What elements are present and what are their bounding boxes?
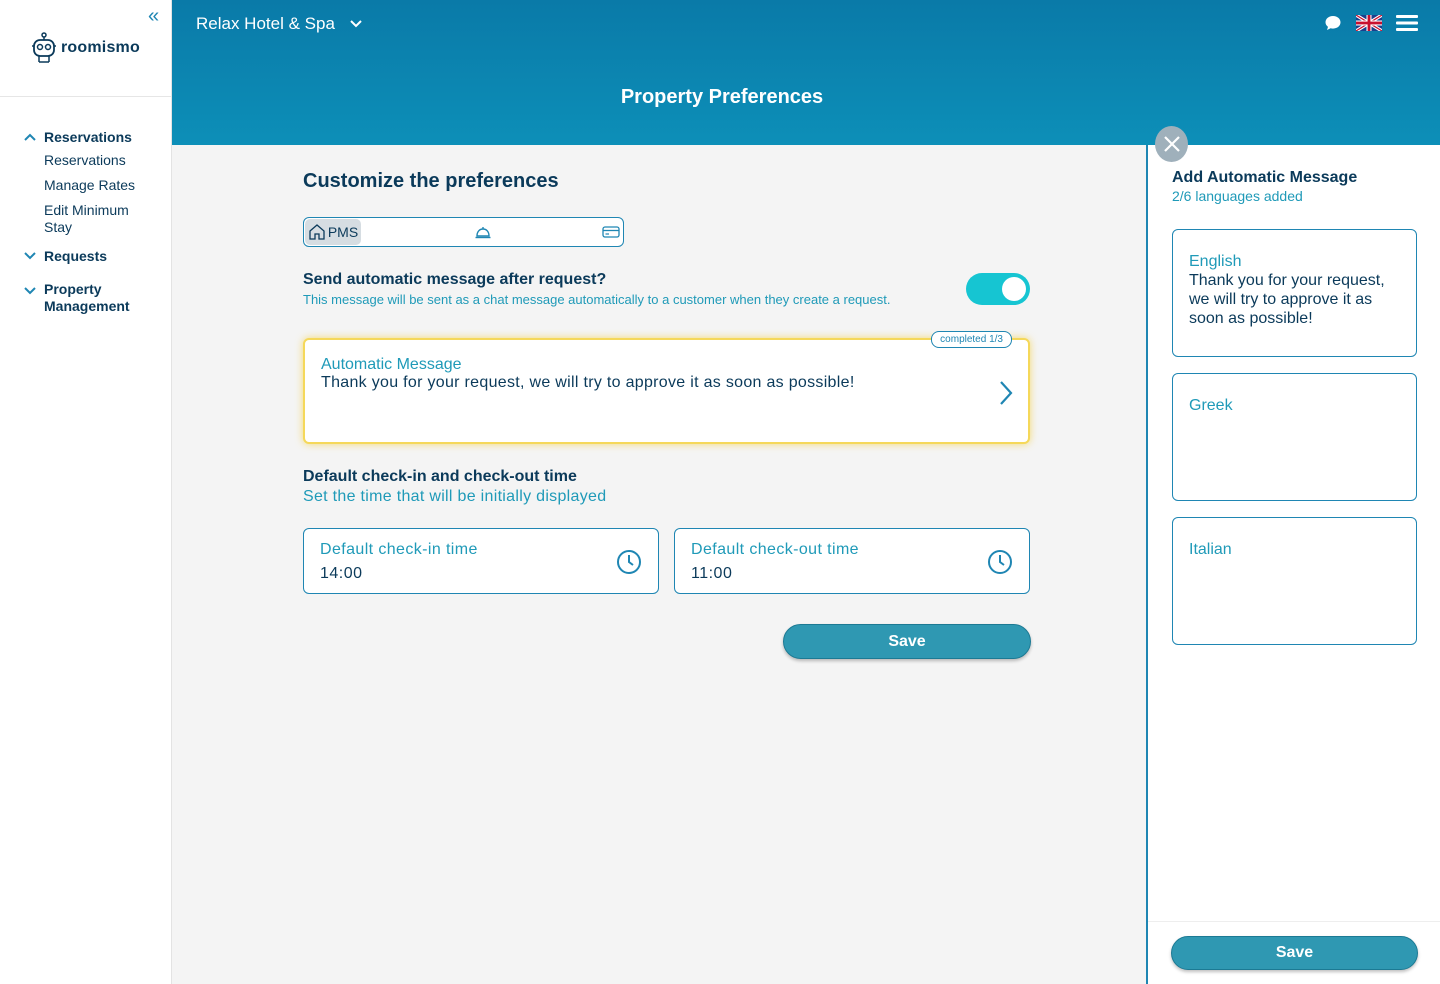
bell-icon	[475, 227, 491, 239]
logo[interactable]: roomismo	[31, 32, 140, 64]
home-icon	[309, 224, 325, 240]
language-card-greek[interactable]: Greek	[1172, 373, 1417, 501]
credit-card-icon	[602, 226, 620, 238]
checkin-time-field[interactable]: Default check-in time 14:00	[303, 528, 659, 594]
sidebar-group-property-management[interactable]: Property Management	[0, 281, 171, 315]
sidebar: « roomismo Reservations Reservations Man…	[0, 0, 172, 984]
preferences-form: Customize the preferences PMS Send autom…	[303, 170, 1030, 594]
automatic-message-card[interactable]: completed 1/3 Automatic Message Thank yo…	[303, 331, 1030, 444]
language-name: Greek	[1189, 397, 1233, 414]
add-automatic-message-panel: Add Automatic Message 2/6 languages adde…	[1146, 145, 1440, 984]
hotel-selector[interactable]: Relax Hotel & Spa	[196, 14, 363, 34]
checkout-time-value: 11:00	[691, 565, 733, 582]
robot-logo-icon	[32, 32, 56, 63]
time-fields: Default check-in time 14:00 Default chec…	[303, 528, 1030, 594]
section-title: Customize the preferences	[303, 170, 559, 192]
checkin-section-subtitle: Set the time that will be initially disp…	[303, 488, 607, 505]
hamburger-menu-icon[interactable]	[1396, 14, 1418, 32]
language-card-english[interactable]: English Thank you for your request, we w…	[1172, 229, 1417, 357]
sidebar-item-manage-rates[interactable]: Manage Rates	[44, 177, 154, 194]
auto-message-question: Send automatic message after request?	[303, 271, 607, 288]
language-name: English	[1189, 253, 1242, 270]
checkin-time-value: 14:00	[320, 565, 363, 582]
sidebar-item-edit-minimum-stay[interactable]: Edit Minimum Stay	[44, 202, 154, 236]
page-title: Property Preferences	[620, 86, 824, 108]
sidebar-item-reservations[interactable]: Reservations	[44, 152, 154, 169]
language-message: Thank you for your request, we will try …	[1189, 272, 1385, 327]
auto-message-toggle[interactable]	[966, 273, 1030, 305]
sidebar-group-reservations[interactable]: Reservations	[0, 129, 171, 146]
panel-save-button[interactable]: Save	[1171, 936, 1418, 970]
tab-payments[interactable]	[600, 219, 622, 245]
chevron-down-icon	[24, 252, 36, 260]
collapse-sidebar-icon[interactable]: «	[148, 6, 159, 26]
language-card-italian[interactable]: Italian	[1172, 517, 1417, 645]
tab-pms[interactable]: PMS	[305, 219, 361, 245]
tab-label: PMS	[327, 224, 359, 240]
sidebar-group-label: Requests	[44, 248, 108, 264]
completion-badge: completed 1/3	[931, 331, 1012, 348]
chat-icon[interactable]	[1324, 14, 1342, 32]
chevron-up-icon	[24, 133, 36, 141]
sidebar-nav: Reservations Reservations Manage Rates E…	[0, 97, 171, 315]
panel-subtitle: 2/6 languages added	[1172, 188, 1303, 204]
sidebar-group-label: Reservations	[44, 129, 132, 145]
checkout-time-label: Default check-out time	[691, 541, 859, 558]
sidebar-group-label: Property Management	[44, 281, 130, 314]
logo-text: roomismo	[61, 39, 140, 56]
uk-flag-icon[interactable]	[1356, 15, 1382, 31]
checkout-time-field[interactable]: Default check-out time 11:00	[674, 528, 1030, 594]
automatic-message-label: Automatic Message	[321, 356, 462, 373]
panel-footer: Save	[1148, 921, 1440, 984]
sidebar-group-requests[interactable]: Requests	[0, 248, 171, 265]
auto-message-description: This message will be sent as a chat mess…	[303, 292, 891, 307]
checkin-section-title: Default check-in and check-out time	[303, 468, 577, 485]
header: Relax Hotel & Spa Property Preferences	[172, 0, 1440, 145]
clock-icon[interactable]	[987, 549, 1013, 575]
checkin-time-label: Default check-in time	[320, 541, 478, 558]
chevron-right-icon	[1000, 381, 1013, 405]
logo-area: « roomismo	[0, 0, 171, 97]
panel-title: Add Automatic Message	[1172, 169, 1358, 186]
tab-services[interactable]	[471, 219, 495, 245]
hotel-name: Relax Hotel & Spa	[196, 14, 335, 33]
chevron-down-icon	[24, 287, 36, 295]
toggle-knob	[1002, 277, 1026, 301]
header-icons	[1324, 14, 1418, 32]
automatic-message-text: Thank you for your request, we will try …	[321, 374, 855, 391]
preference-tabs: PMS	[303, 217, 624, 247]
sidebar-subnav-reservations: Reservations Manage Rates Edit Minimum S…	[0, 152, 171, 236]
language-name: Italian	[1189, 541, 1232, 558]
save-button[interactable]: Save	[783, 624, 1031, 659]
chevron-down-icon	[350, 20, 362, 28]
close-icon	[1163, 136, 1180, 152]
auto-message-setting: Send automatic message after request? Th…	[303, 271, 1030, 308]
close-panel-button[interactable]	[1155, 126, 1188, 162]
clock-icon[interactable]	[616, 549, 642, 575]
